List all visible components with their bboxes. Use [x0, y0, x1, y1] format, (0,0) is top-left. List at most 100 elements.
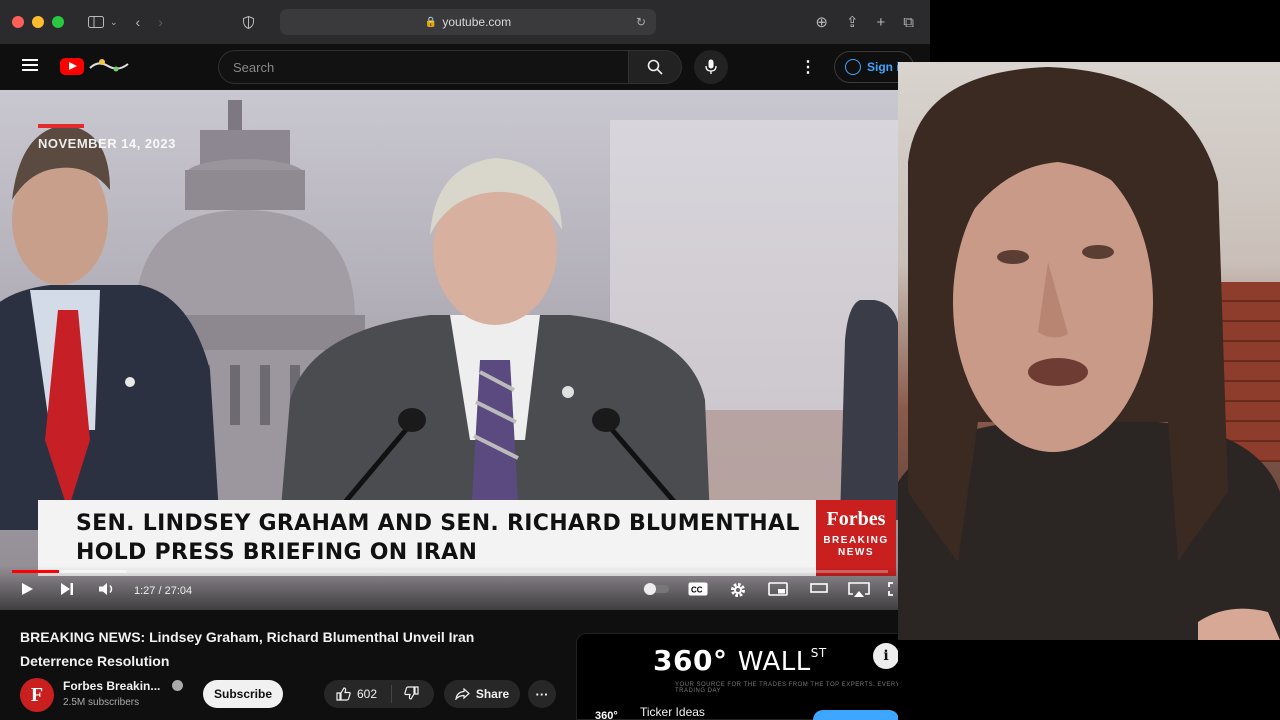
theater-icon	[810, 583, 828, 593]
new-tab-icon[interactable]: +	[877, 14, 886, 31]
player-controls: 1:27 / 27:04 CC	[0, 566, 900, 610]
voice-search-button[interactable]	[694, 50, 728, 84]
back-icon[interactable]: ‹	[136, 14, 141, 30]
zoom-window-button[interactable]	[52, 16, 64, 28]
ad-small-logo: 360°	[595, 710, 618, 720]
youtube-header: Search ⋮ Sign in	[0, 44, 930, 90]
ad-logo-number: 360°	[653, 644, 728, 677]
address-bar[interactable]: 🔒 youtube.com ↻	[280, 9, 656, 35]
youtube-doodle-icon[interactable]	[88, 56, 130, 76]
captions-icon: CC	[688, 582, 708, 596]
verified-badge-icon	[172, 680, 183, 691]
channel-name[interactable]: Forbes Breakin...	[63, 679, 163, 693]
lower-third-banner: SEN. LINDSEY GRAHAM AND SEN. RICHARD BLU…	[38, 500, 816, 576]
ad-cta-button[interactable]	[813, 710, 899, 720]
settings-button[interactable]	[730, 582, 746, 598]
progress-played	[12, 570, 60, 573]
ad-panel[interactable]: 360° WALLST YOUR SOURCE FOR THE TRADES F…	[576, 633, 910, 720]
screen: ⌄ ‹ › 🔒 youtube.com ↻ ⊕ ⇪ + ⧉ Search ⋮ S…	[0, 0, 1280, 720]
presenter-figure	[898, 67, 1280, 640]
privacy-shield-icon[interactable]	[242, 15, 254, 29]
gear-icon	[731, 583, 745, 597]
safari-window: ⌄ ‹ › 🔒 youtube.com ↻ ⊕ ⇪ + ⧉ Search ⋮ S…	[0, 0, 930, 720]
play-icon	[22, 583, 33, 595]
browser-toolbar: ⌄ ‹ › 🔒 youtube.com ↻ ⊕ ⇪ + ⧉	[0, 0, 930, 44]
share-icon[interactable]: ⇪	[846, 13, 859, 31]
ad-info-icon[interactable]: i	[873, 643, 899, 669]
senator-left-figure	[0, 125, 220, 530]
date-overlay: NOVEMBER 14, 2023	[38, 136, 176, 151]
date-accent-bar	[38, 124, 84, 128]
more-actions-button[interactable]: ···	[528, 680, 556, 708]
video-title-line2: Deterrence Resolution	[20, 653, 170, 669]
lock-icon: 🔒	[424, 16, 438, 28]
ad-ticker-label: Ticker Ideas	[640, 705, 705, 719]
volume-button[interactable]	[98, 582, 116, 596]
news-label: NEWS	[838, 547, 874, 558]
like-dislike-group: 602	[324, 680, 434, 708]
share-label: Share	[475, 687, 510, 701]
more-options-icon[interactable]: ⋮	[800, 57, 816, 77]
senator-right-figure	[840, 300, 900, 520]
progress-bar[interactable]	[12, 570, 888, 573]
video-title-line1: BREAKING NEWS: Lindsey Graham, Richard B…	[20, 629, 475, 645]
svg-text:CC: CC	[691, 586, 703, 595]
microphone-icon	[705, 59, 717, 74]
tab-overview-icon[interactable]: ⧉	[903, 14, 914, 31]
autoplay-toggle[interactable]	[642, 582, 670, 596]
autoplay-toggle-icon	[643, 583, 669, 595]
video-title: BREAKING NEWS: Lindsey Graham, Richard B…	[20, 625, 560, 673]
search-button[interactable]	[628, 50, 682, 84]
video-player[interactable]: NOVEMBER 14, 2023 SEN. LINDSEY GRAHAM AN…	[0, 90, 900, 610]
breaking-label: BREAKING	[823, 535, 889, 546]
webcam-overlay	[898, 62, 1280, 640]
airplay-button[interactable]	[848, 582, 870, 598]
menu-icon[interactable]	[22, 59, 38, 71]
captions-button[interactable]: CC	[688, 582, 708, 596]
url-text: youtube.com	[442, 15, 512, 29]
play-button[interactable]	[20, 582, 34, 596]
share-arrow-icon	[455, 688, 470, 700]
thumbs-up-icon	[336, 687, 351, 701]
lower-third-line2: HOLD PRESS BRIEFING ON IRAN	[76, 540, 478, 565]
downloads-icon[interactable]: ⊕	[815, 13, 828, 31]
next-button[interactable]	[60, 582, 74, 596]
close-window-button[interactable]	[12, 16, 24, 28]
reload-icon[interactable]: ↻	[636, 15, 646, 29]
chevron-down-icon[interactable]: ⌄	[110, 17, 118, 28]
dislike-button[interactable]	[392, 685, 419, 703]
thumbs-down-icon	[404, 685, 419, 700]
window-controls	[12, 16, 64, 28]
search-icon	[647, 59, 663, 75]
airplay-icon	[848, 582, 870, 597]
black-background-bottom	[898, 640, 1280, 720]
ad-logo-superscript: ST	[810, 646, 827, 660]
volume-icon	[99, 583, 113, 595]
subscribe-button[interactable]: Subscribe	[203, 680, 283, 708]
forbes-logo-text: Forbes	[826, 508, 886, 530]
ad-tagline: YOUR SOURCE FOR THE TRADES FROM THE TOP …	[675, 682, 901, 694]
search-input[interactable]: Search	[218, 50, 628, 84]
forward-icon[interactable]: ›	[158, 14, 163, 30]
ad-logo-text: WALL	[737, 647, 811, 677]
account-icon	[845, 59, 861, 75]
like-button[interactable]: 602	[324, 685, 392, 703]
ad-logo: 360° WALLST	[653, 644, 827, 677]
senator-center-figure	[280, 158, 710, 520]
channel-avatar[interactable]: F	[20, 678, 54, 712]
youtube-logo-icon[interactable]	[60, 58, 84, 75]
minimize-window-button[interactable]	[32, 16, 44, 28]
like-count: 602	[357, 687, 378, 701]
lower-third-line1: SEN. LINDSEY GRAHAM AND SEN. RICHARD BLU…	[76, 511, 800, 536]
miniplayer-button[interactable]	[768, 582, 788, 596]
next-icon	[61, 583, 73, 595]
forbes-breaking-news-logo: Forbes BREAKING NEWS	[816, 500, 896, 576]
sidebar-toggle-icon[interactable]	[88, 16, 104, 28]
subscriber-count: 2.5M subscribers	[63, 697, 140, 708]
theater-mode-button[interactable]	[810, 582, 828, 594]
share-button[interactable]: Share	[444, 680, 520, 708]
toolbar-actions: ⊕ ⇪ + ⧉	[815, 0, 914, 44]
black-background-top	[930, 0, 1280, 62]
miniplayer-icon	[768, 582, 788, 596]
time-display: 1:27 / 27:04	[134, 585, 193, 597]
